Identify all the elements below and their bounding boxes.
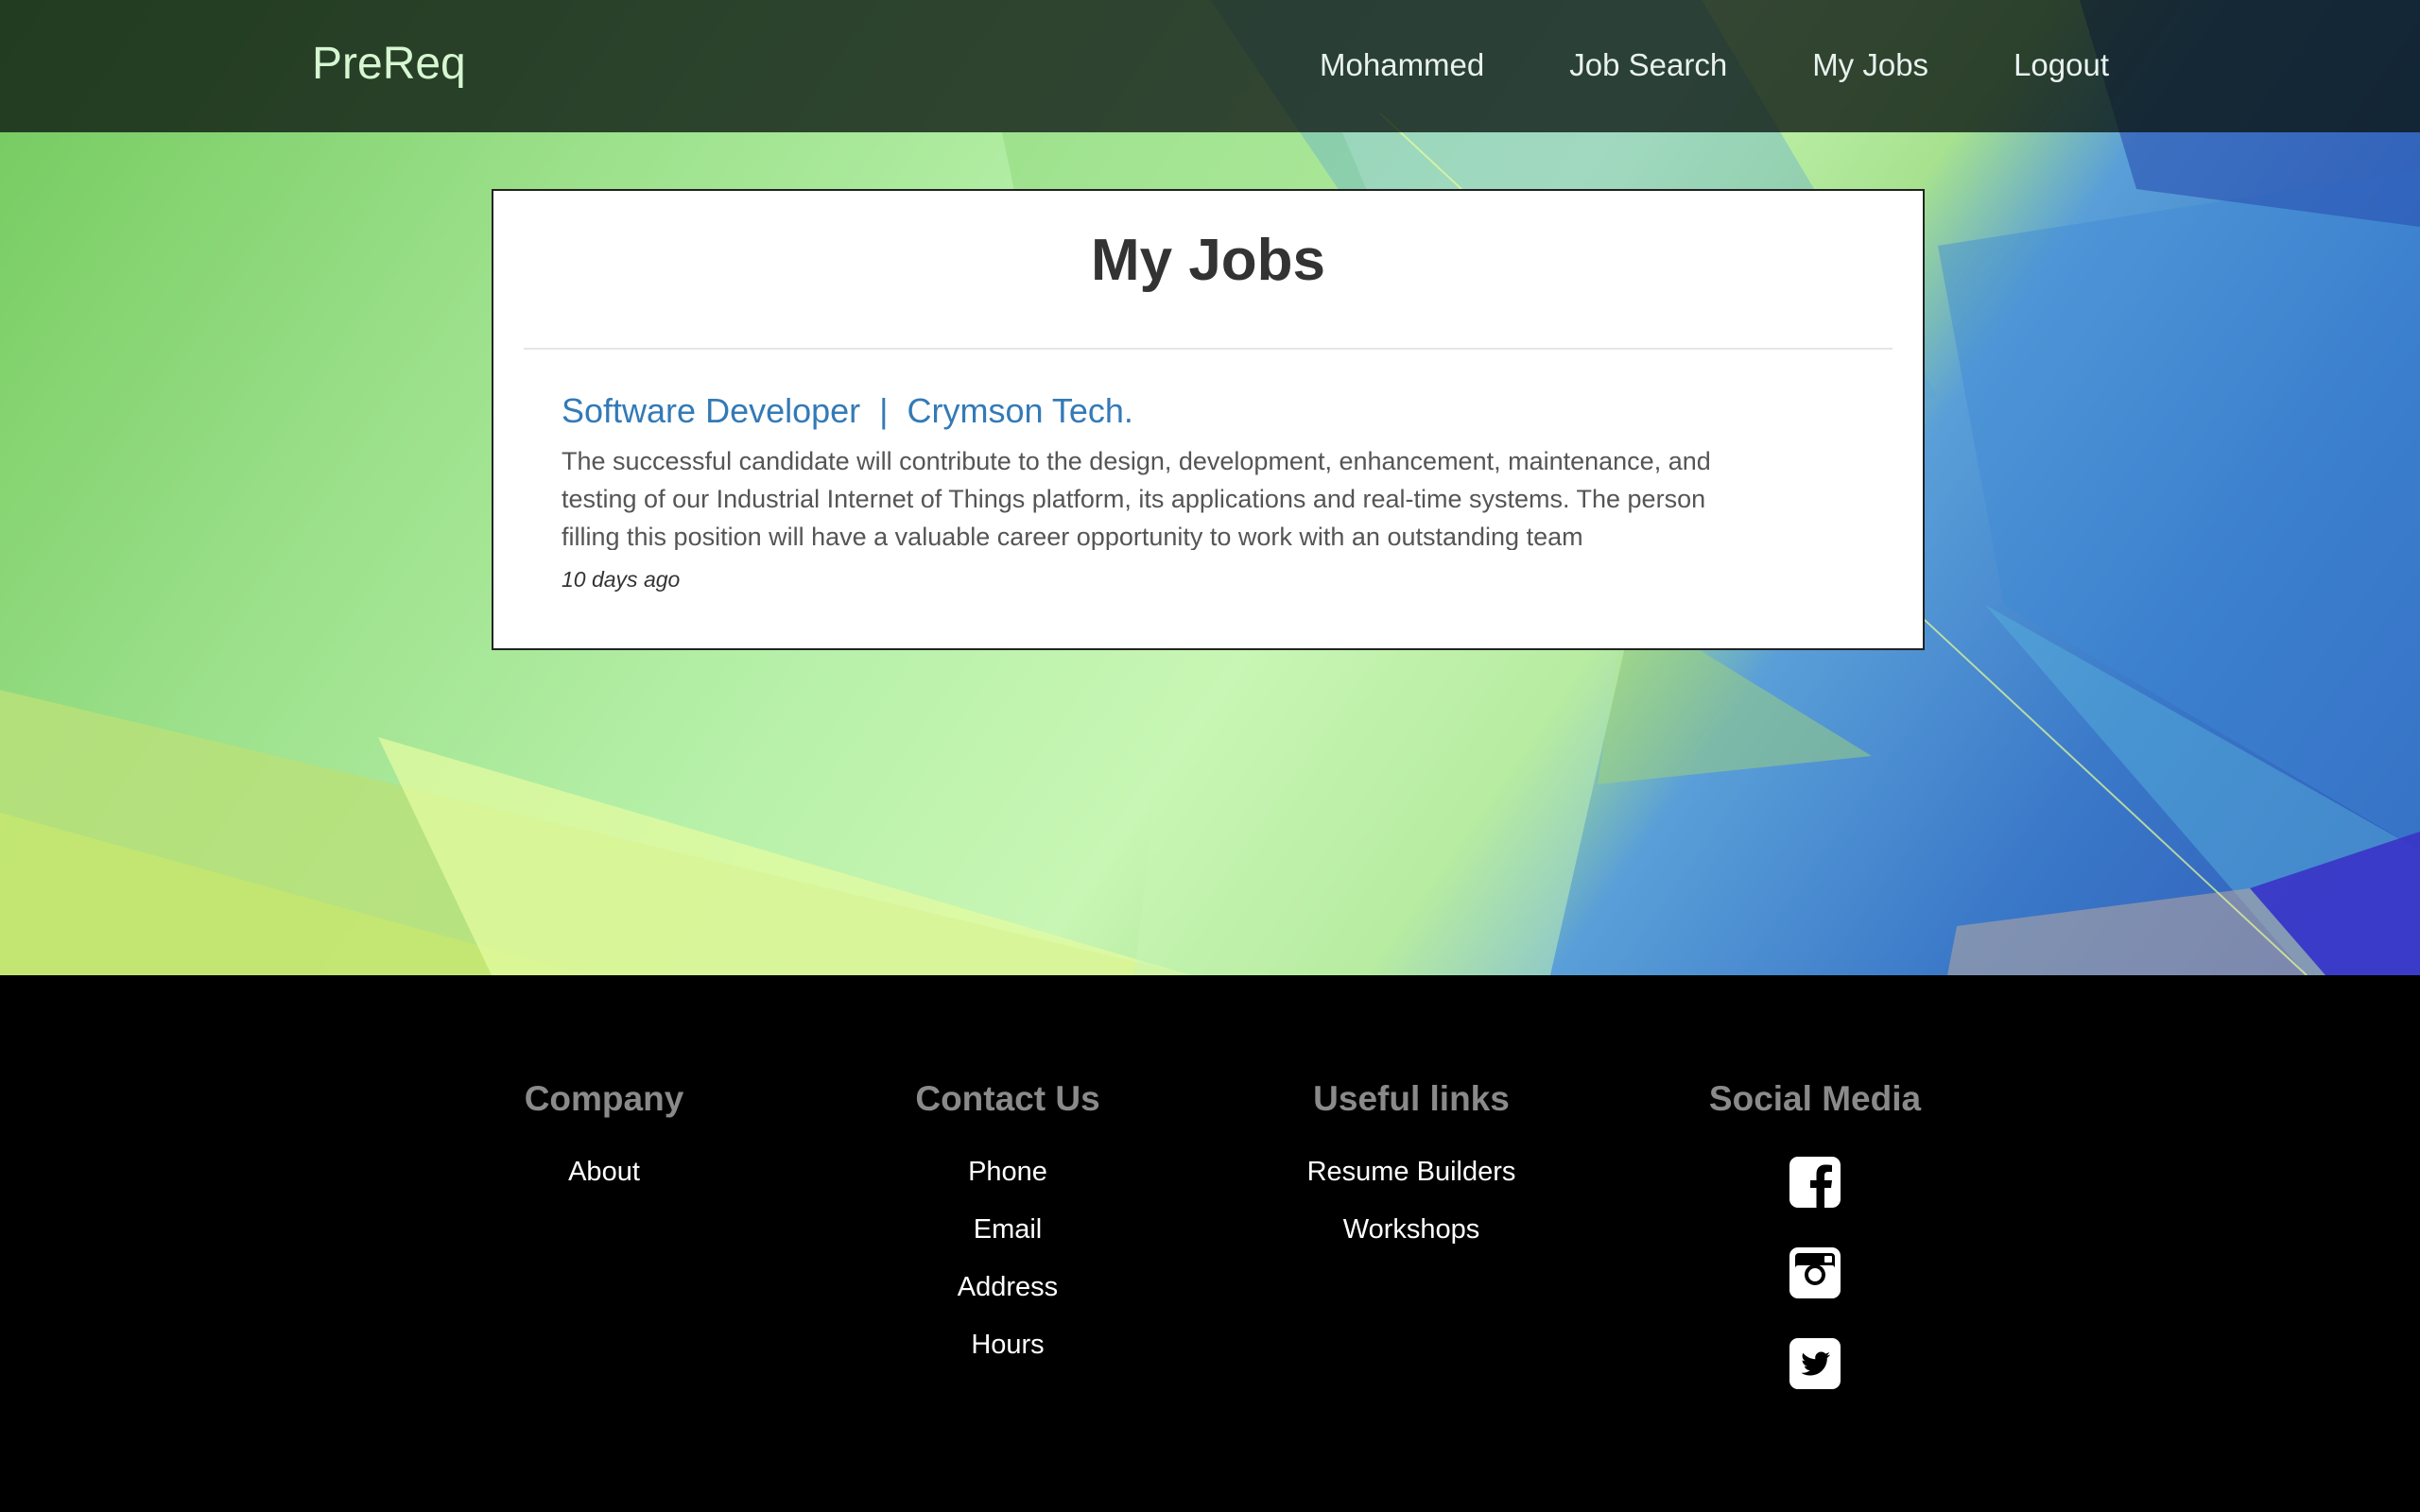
footer-heading-contact: Contact Us [915, 1079, 1100, 1118]
twitter-icon[interactable] [1789, 1338, 1841, 1389]
job-description: The successful candidate will contribute… [562, 447, 1711, 550]
divider [524, 348, 1893, 350]
footer-link-workshops[interactable]: Workshops [1241, 1214, 1582, 1246]
footer-heading-social: Social Media [1708, 1079, 1922, 1118]
nav-link-my-jobs[interactable]: My Jobs [1812, 47, 1928, 83]
nav-link-job-search[interactable]: Job Search [1569, 47, 1727, 83]
nav-links: Mohammed Job Search My Jobs Logout [1235, 47, 2109, 83]
navbar: PreReq Mohammed Job Search My Jobs Logou… [0, 0, 2420, 132]
footer: Company About Contact Us Phone Email Add… [0, 975, 2420, 1512]
nav-link-logout[interactable]: Logout [2014, 47, 2109, 83]
footer-heading-company: Company [524, 1079, 684, 1118]
footer-link-address[interactable]: Address [838, 1272, 1178, 1303]
nav-link-user[interactable]: Mohammed [1320, 47, 1484, 83]
footer-heading-useful-links: Useful links [1313, 1079, 1510, 1118]
page-title: My Jobs [1090, 228, 1326, 293]
brand-logo[interactable]: PreReq [312, 38, 466, 90]
job-list-item: Software Developer | Crymson Tech. The s… [562, 391, 1753, 593]
footer-column-social: Social Media [1645, 1079, 1985, 1429]
footer-link-resume-builders[interactable]: Resume Builders [1241, 1157, 1582, 1188]
job-posted-age: 10 days ago [562, 567, 681, 592]
footer-column-useful-links: Useful links Resume Builders Workshops [1241, 1079, 1582, 1272]
job-title-link[interactable]: Software Developer | Crymson Tech. [562, 391, 1753, 431]
footer-link-about[interactable]: About [434, 1157, 774, 1188]
footer-column-company: Company About [434, 1079, 774, 1214]
footer-link-hours[interactable]: Hours [838, 1330, 1178, 1361]
footer-column-contact: Contact Us Phone Email Address Hours [838, 1079, 1178, 1387]
facebook-icon[interactable] [1789, 1157, 1841, 1208]
footer-link-email[interactable]: Email [838, 1214, 1178, 1246]
instagram-icon[interactable] [1789, 1247, 1841, 1298]
my-jobs-card: My Jobs Software Developer | Crymson Tec… [492, 189, 1925, 650]
footer-link-phone[interactable]: Phone [838, 1157, 1178, 1188]
